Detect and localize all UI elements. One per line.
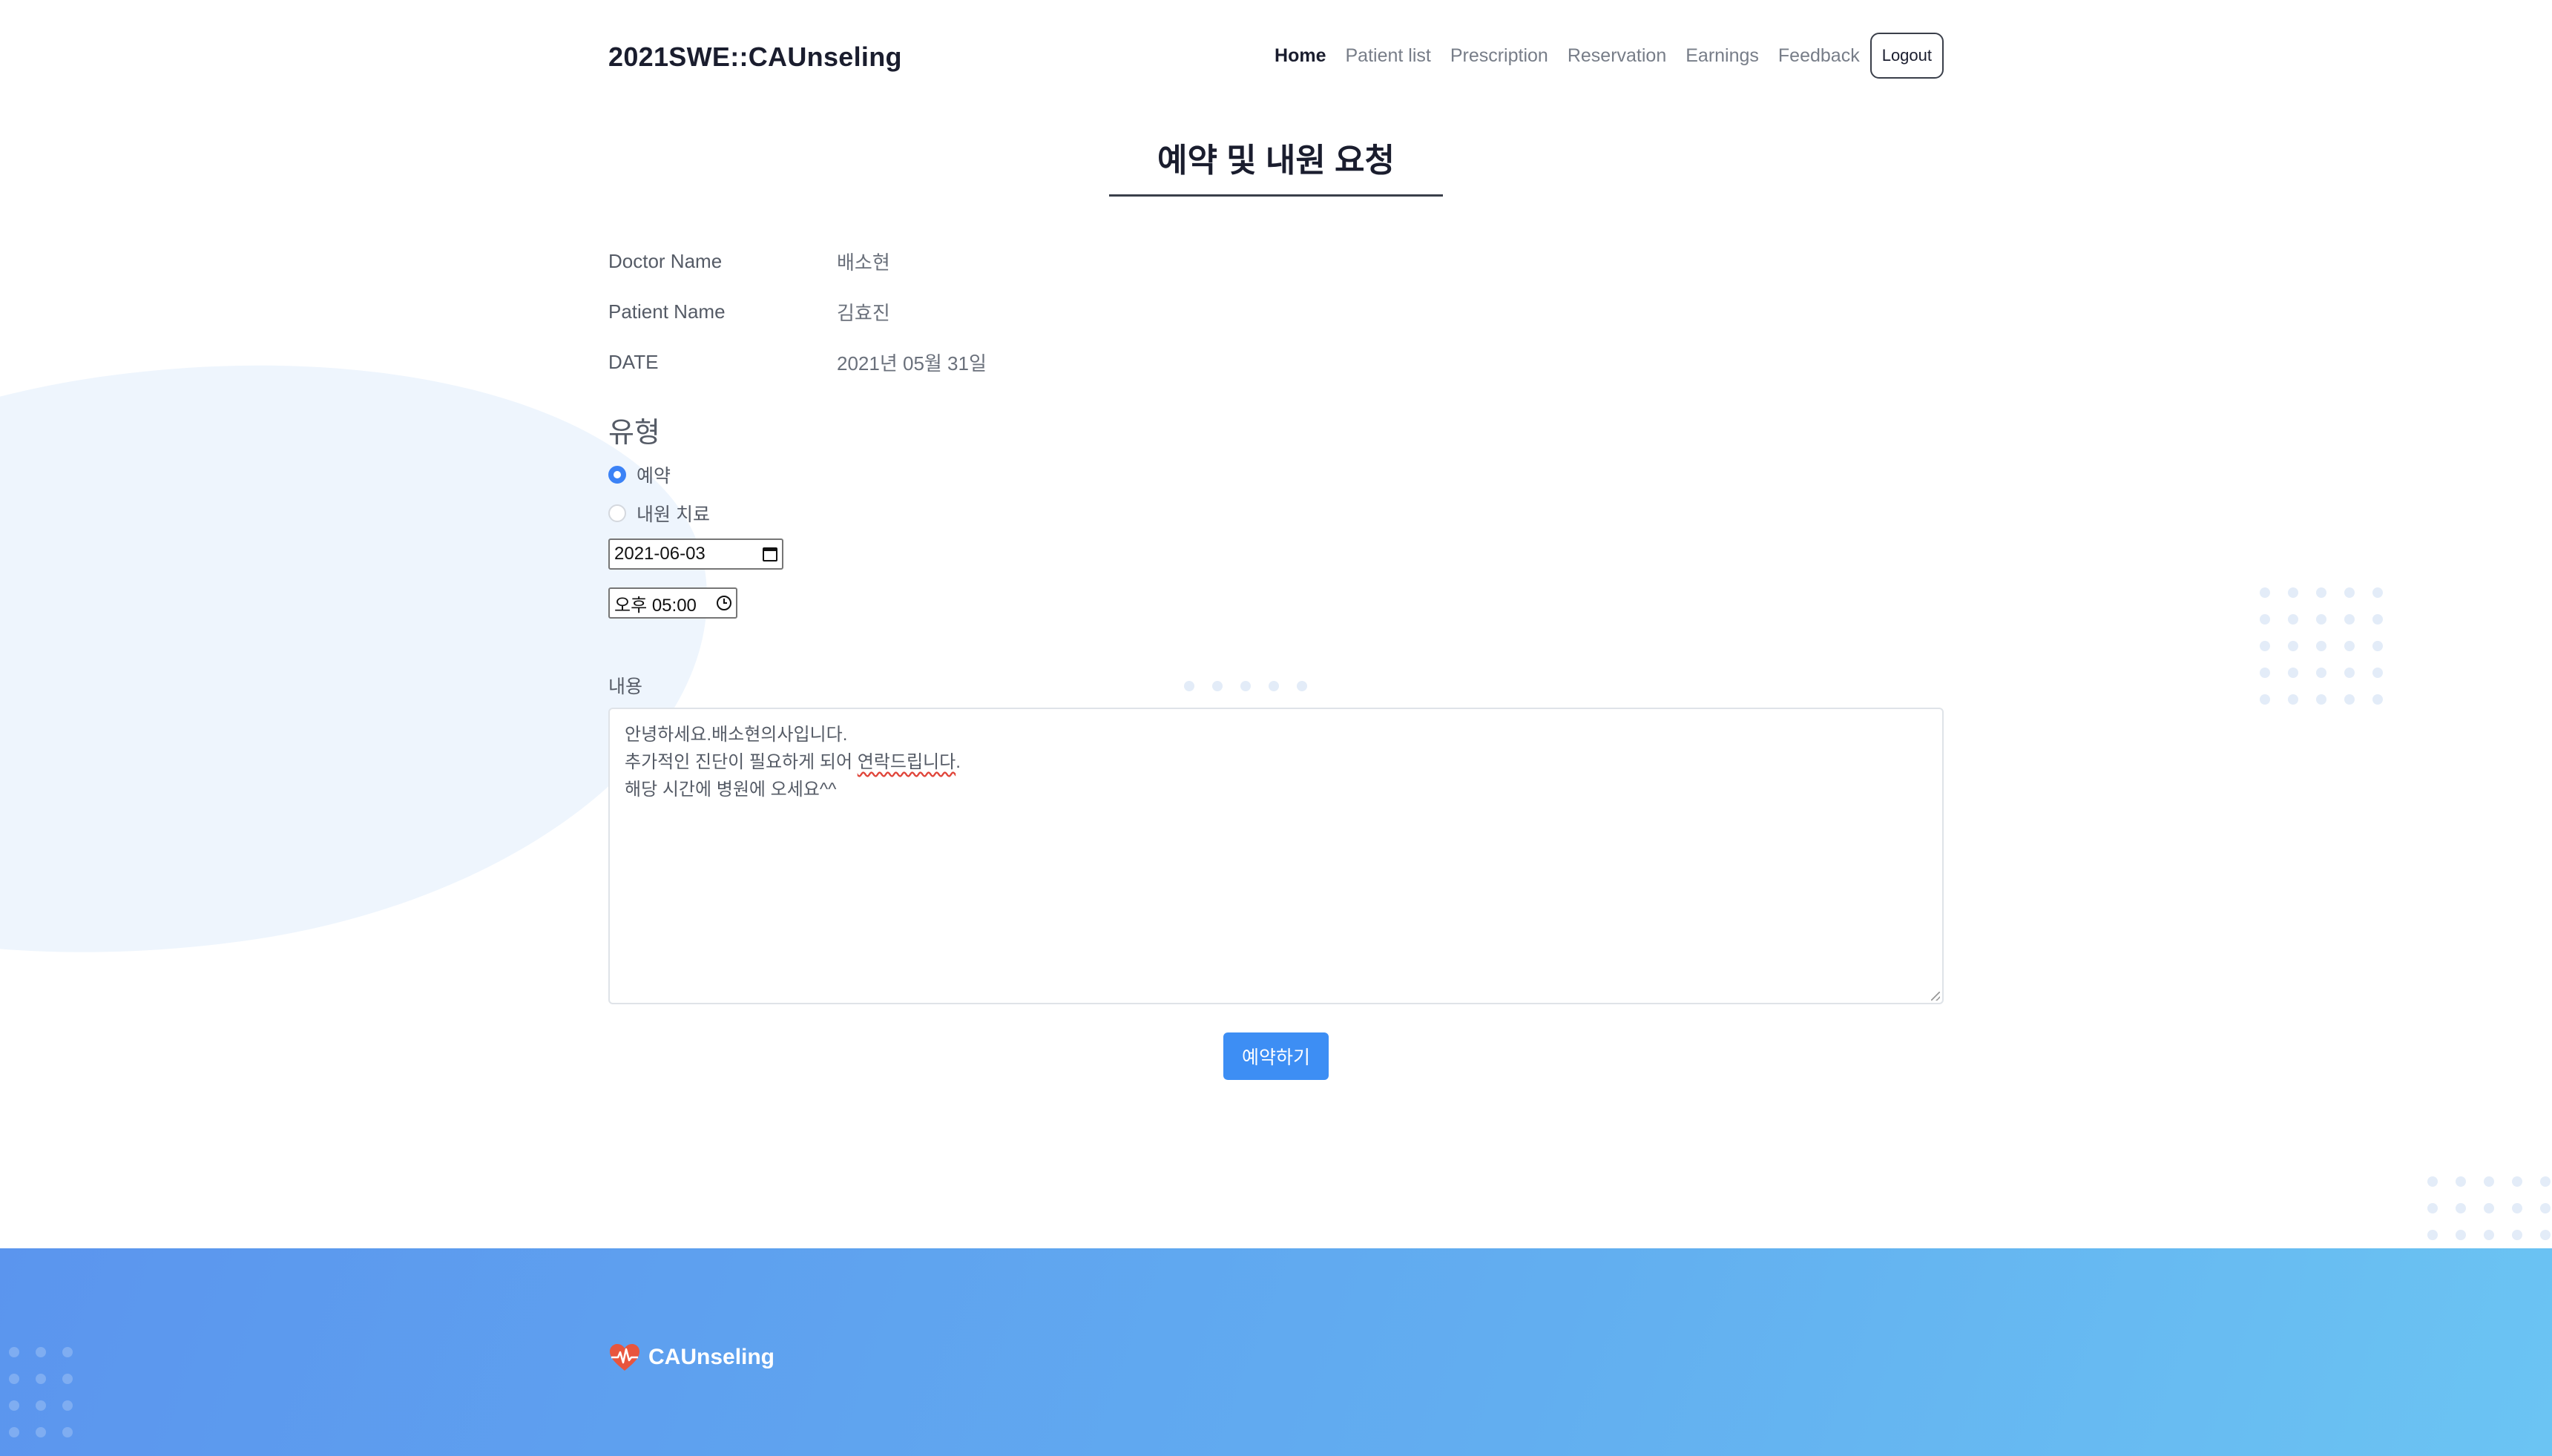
decorative-dot-row bbox=[1184, 681, 1307, 691]
date-value: 2021년 05월 31일 bbox=[837, 352, 987, 375]
nav-feedback[interactable]: Feedback bbox=[1778, 45, 1860, 67]
content-line-2-start: 추가적인 진단이 필요하게 되어 bbox=[625, 752, 858, 772]
patient-name-value: 김효진 bbox=[837, 301, 890, 324]
heart-pulse-icon bbox=[610, 1344, 639, 1371]
content-line-3: 해당 시간에 병원에 오세요^^ bbox=[625, 780, 837, 800]
submit-reservation-button[interactable]: 예약하기 bbox=[1223, 1032, 1329, 1080]
info-row-patient: Patient Name 김효진 bbox=[608, 286, 987, 337]
nav-earnings[interactable]: Earnings bbox=[1686, 45, 1759, 67]
decorative-dot-grid bbox=[2260, 587, 2383, 705]
radio-button-unchecked[interactable] bbox=[608, 504, 626, 522]
patient-name-label: Patient Name bbox=[608, 300, 726, 323]
date-input[interactable]: 2021-06-03 bbox=[608, 538, 783, 570]
content-textarea[interactable]: 안녕하세요.배소현의사입니다. 추가적인 진단이 필요하게 되어 연락드립니다.… bbox=[608, 708, 1944, 1004]
radio-option-visit[interactable]: 내원 치료 bbox=[608, 500, 710, 527]
footer-dot-grid bbox=[9, 1347, 73, 1437]
date-input-value: 2021-06-03 bbox=[614, 544, 706, 564]
content-line-2: 추가적인 진단이 필요하게 되어 연락드립니다. bbox=[625, 748, 1927, 776]
doctor-name-label: Doctor Name bbox=[608, 249, 723, 272]
content-label: 내용 bbox=[608, 676, 643, 697]
radio-label-visit: 내원 치료 bbox=[637, 504, 710, 525]
nav-reservation[interactable]: Reservation bbox=[1568, 45, 1666, 67]
nav-home[interactable]: Home bbox=[1275, 45, 1326, 67]
time-input-value: 오후 05:00 bbox=[614, 595, 697, 616]
nav-prescription[interactable]: Prescription bbox=[1450, 45, 1548, 67]
site-header: 2021SWE::CAUnseling Home Patient list Pr… bbox=[608, 30, 1944, 85]
calendar-icon[interactable] bbox=[763, 547, 777, 561]
brand-title[interactable]: 2021SWE::CAUnseling bbox=[608, 42, 902, 73]
info-row-date: DATE 2021년 05월 31일 bbox=[608, 337, 987, 387]
date-label: DATE bbox=[608, 350, 659, 373]
content-line-1: 안녕하세요.배소현의사입니다. bbox=[625, 725, 848, 745]
page-title: 예약 및 내원 요청 bbox=[1157, 142, 1395, 179]
radio-option-reservation[interactable]: 예약 bbox=[608, 461, 671, 488]
footer-brand-name: CAUnseling bbox=[648, 1345, 775, 1369]
site-footer bbox=[0, 1248, 2552, 1456]
clock-icon[interactable] bbox=[717, 596, 731, 610]
appointment-info: Doctor Name 배소현 Patient Name 김효진 DATE 20… bbox=[608, 236, 987, 387]
spellcheck-flagged-word: 연락드립니다 bbox=[857, 752, 956, 772]
content-line-2-end: . bbox=[956, 752, 961, 772]
footer-brand[interactable]: CAUnseling bbox=[608, 1343, 775, 1372]
time-input[interactable]: 오후 05:00 bbox=[608, 587, 737, 619]
textarea-resize-handle[interactable] bbox=[1931, 992, 1940, 1001]
radio-label-reservation: 예약 bbox=[637, 466, 671, 487]
title-underline bbox=[1109, 194, 1443, 197]
info-row-doctor: Doctor Name 배소현 bbox=[608, 236, 987, 286]
main-nav: Home Patient list Prescription Reservati… bbox=[1255, 33, 1944, 79]
type-heading: 유형 bbox=[608, 418, 660, 449]
nav-patient-list[interactable]: Patient list bbox=[1345, 45, 1430, 67]
logout-button[interactable]: Logout bbox=[1869, 33, 1944, 79]
radio-button-checked[interactable] bbox=[608, 466, 626, 484]
doctor-name-value: 배소현 bbox=[837, 251, 890, 274]
